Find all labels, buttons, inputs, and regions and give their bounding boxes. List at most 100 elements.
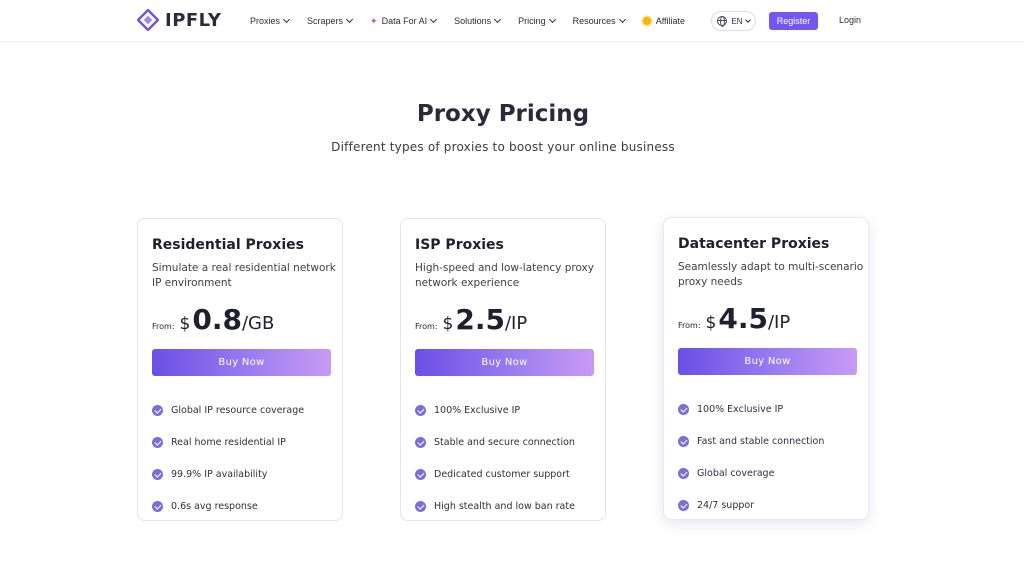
- feature-item: 0.6s avg response: [152, 490, 304, 522]
- sun-icon: [642, 17, 651, 25]
- buy-now-button[interactable]: Buy Now: [678, 348, 857, 375]
- price-amount: 4.5: [718, 302, 768, 335]
- menu-proxies[interactable]: Proxies: [250, 15, 291, 26]
- chevron-down-icon: [494, 15, 502, 24]
- feature-item: 99.9% IP availability: [152, 458, 304, 490]
- chevron-down-icon: [430, 15, 438, 24]
- menu-solutions[interactable]: Solutions: [454, 15, 502, 26]
- menu-label: Proxies: [250, 16, 281, 26]
- logo-icon: [137, 9, 159, 31]
- feature-item: Global IP resource coverage: [152, 394, 304, 426]
- check-icon: [415, 500, 426, 512]
- price-amount: 0.8: [192, 303, 242, 336]
- feature-text: Real home residential IP: [171, 436, 286, 448]
- price-amount: 2.5: [455, 303, 505, 336]
- feature-text: 100% Exclusive IP: [697, 403, 784, 415]
- menu-resources[interactable]: Resources: [572, 15, 626, 26]
- page-subtitle: Different types of proxies to boost your…: [331, 140, 675, 154]
- check-icon: [152, 404, 163, 416]
- feature-text: Stable and secure connection: [434, 436, 575, 448]
- plan-description: Simulate a real residential network IP e…: [152, 262, 336, 289]
- top-navbar: IPFLY Proxies Scrapers ✦ Data For AI Sol…: [0, 0, 1024, 42]
- feature-item: Fast and stable connection: [678, 425, 824, 457]
- menu-label: Data For AI: [381, 16, 428, 26]
- feature-item: High stealth and low ban rate: [415, 490, 575, 522]
- plan-price: From: $ 4.5 /IP: [678, 302, 790, 335]
- check-icon: [152, 468, 163, 480]
- feature-list: 100% Exclusive IP Stable and secure conn…: [415, 394, 575, 522]
- menu-affiliate[interactable]: Affiliate: [642, 16, 686, 26]
- feature-item: 24/7 suppor: [678, 489, 824, 521]
- check-icon: [415, 436, 426, 448]
- price-unit: /GB: [241, 313, 275, 334]
- check-icon: [152, 436, 163, 448]
- check-icon: [415, 468, 426, 480]
- sparkle-icon: ✦: [370, 15, 378, 26]
- feature-text: Dedicated customer support: [434, 468, 570, 480]
- chevron-down-icon: [744, 16, 751, 23]
- menu-data-for-ai[interactable]: ✦ Data For AI: [370, 15, 438, 27]
- menu-label: Solutions: [454, 16, 492, 26]
- check-icon: [678, 435, 689, 447]
- feature-item: 100% Exclusive IP: [415, 394, 575, 426]
- menu-scrapers[interactable]: Scrapers: [307, 15, 354, 26]
- plan-description: High-speed and low-latency proxy network…: [415, 262, 594, 289]
- feature-text: Fast and stable connection: [697, 435, 825, 447]
- feature-list: 100% Exclusive IP Fast and stable connec…: [678, 393, 824, 521]
- plan-title: Datacenter Proxies: [678, 236, 830, 252]
- check-icon: [678, 499, 689, 511]
- feature-text: 24/7 suppor: [697, 499, 755, 511]
- price-unit: /IP: [767, 312, 791, 333]
- main-menu: Proxies Scrapers ✦ Data For AI Solutions…: [250, 0, 703, 42]
- chevron-down-icon: [548, 15, 556, 24]
- logo[interactable]: IPFLY: [137, 9, 221, 31]
- menu-label: Resources: [572, 16, 616, 26]
- price-currency: $: [179, 314, 191, 334]
- feature-item: 100% Exclusive IP: [678, 393, 824, 425]
- plan-price: From: $ 0.8 /GB: [152, 303, 274, 336]
- feature-text: 99.9% IP availability: [171, 468, 268, 480]
- feature-list: Global IP resource coverage Real home re…: [152, 394, 304, 522]
- feature-text: Global IP resource coverage: [171, 404, 305, 416]
- buy-now-button[interactable]: Buy Now: [415, 349, 594, 376]
- price-currency: $: [442, 314, 454, 334]
- feature-text: Global coverage: [697, 467, 775, 479]
- language-selector[interactable]: EN: [711, 11, 756, 31]
- plan-card-residential: Residential Proxies Simulate a real resi…: [137, 218, 343, 521]
- price-unit: /IP: [504, 313, 528, 334]
- menu-label: Scrapers: [307, 16, 344, 26]
- plan-card-datacenter: Datacenter Proxies Seamlessly adapt to m…: [663, 217, 869, 520]
- menu-pricing[interactable]: Pricing: [518, 15, 556, 26]
- feature-item: Real home residential IP: [152, 426, 304, 458]
- globe-icon: [717, 16, 728, 27]
- check-icon: [678, 403, 689, 415]
- logo-text: IPFLY: [165, 9, 222, 31]
- check-icon: [415, 404, 426, 416]
- chevron-down-icon: [282, 15, 291, 24]
- plan-title: ISP Proxies: [415, 237, 504, 253]
- register-button[interactable]: Register: [769, 12, 818, 30]
- feature-item: Global coverage: [678, 457, 824, 489]
- feature-text: 0.6s avg response: [171, 500, 258, 512]
- plan-card-isp: ISP Proxies High-speed and low-latency p…: [400, 218, 606, 521]
- login-link[interactable]: Login: [839, 15, 861, 25]
- chevron-down-icon: [345, 15, 354, 24]
- chevron-down-icon: [618, 15, 626, 24]
- price-from-label: From:: [678, 321, 701, 330]
- page-title: Proxy Pricing: [416, 101, 590, 127]
- menu-label: Pricing: [518, 16, 546, 26]
- price-from-label: From:: [152, 322, 175, 331]
- buy-now-button[interactable]: Buy Now: [152, 349, 331, 376]
- menu-label: Affiliate: [655, 16, 686, 26]
- plan-description: Seamlessly adapt to multi-scenario proxy…: [678, 261, 864, 288]
- price-from-label: From:: [415, 322, 438, 331]
- feature-item: Dedicated customer support: [415, 458, 575, 490]
- plan-price: From: $ 2.5 /IP: [415, 303, 527, 336]
- language-label: EN: [731, 16, 743, 26]
- plan-title: Residential Proxies: [152, 237, 304, 253]
- feature-item: Stable and secure connection: [415, 426, 575, 458]
- price-currency: $: [705, 313, 717, 333]
- feature-text: High stealth and low ban rate: [434, 500, 575, 512]
- feature-text: 100% Exclusive IP: [434, 404, 521, 416]
- check-icon: [152, 500, 163, 512]
